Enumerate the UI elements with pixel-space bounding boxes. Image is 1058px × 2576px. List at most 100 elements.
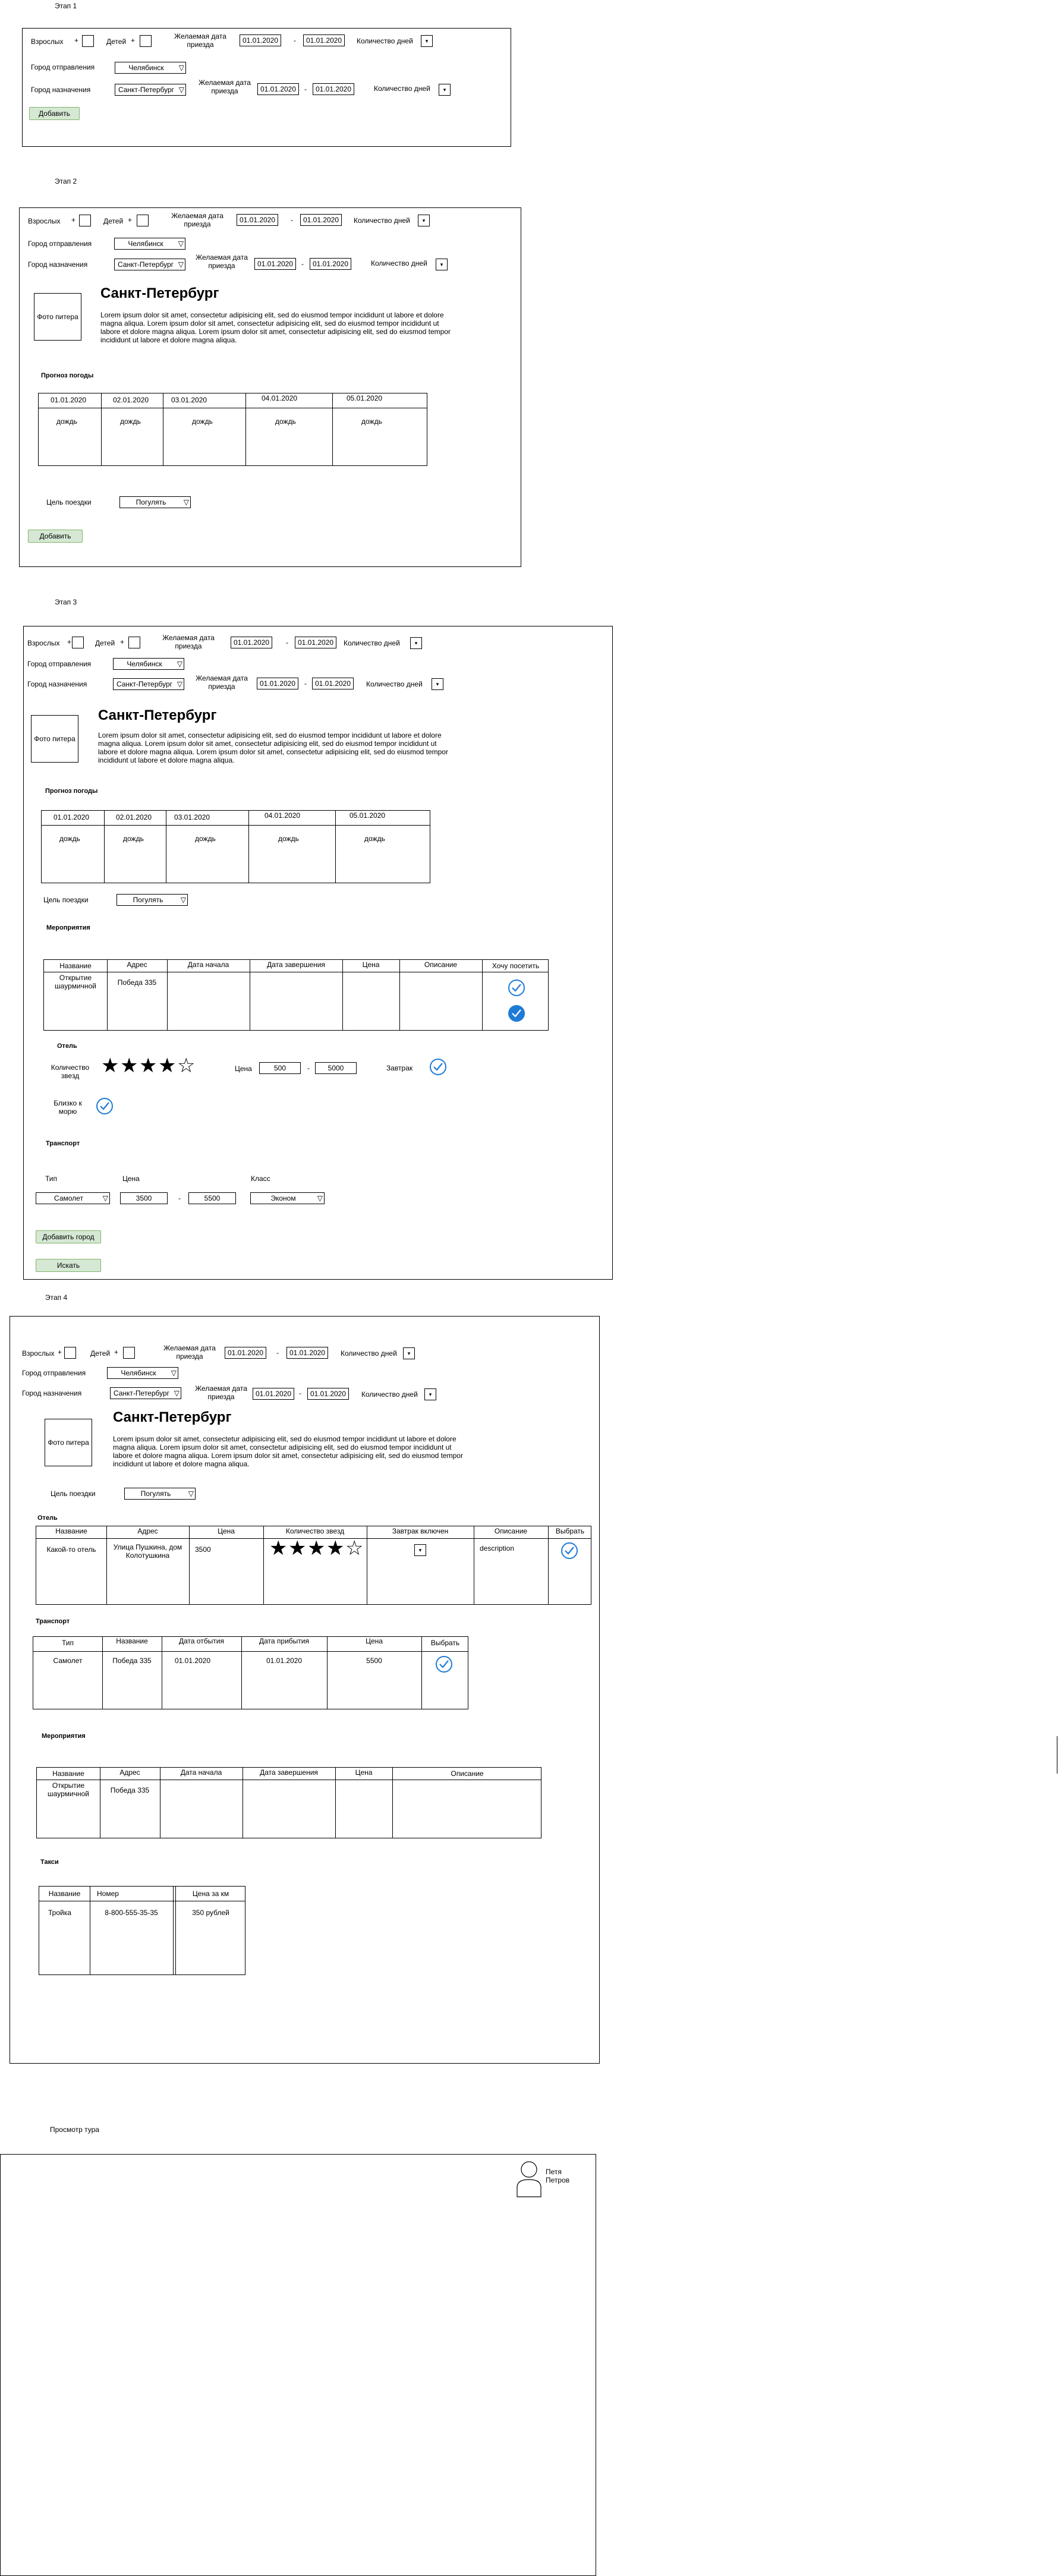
chevron-down-icon: ▽ xyxy=(178,240,184,248)
chevron-down-icon: ▽ xyxy=(177,660,182,668)
hotel-stars-rating[interactable]: ★ ★ ★ ★ ☆ xyxy=(101,1056,196,1079)
transport-col-line xyxy=(241,1637,242,1709)
children-plus: + xyxy=(128,216,133,224)
transport-price-from[interactable]: 3500 xyxy=(120,1192,168,1204)
chevron-down-icon: ▽ xyxy=(171,1369,177,1377)
adults-input[interactable] xyxy=(79,215,91,226)
star-empty-icon[interactable]: ☆ xyxy=(177,1056,195,1076)
events-row-address: Победа 335 xyxy=(117,978,157,987)
transport-heading: Транспорт xyxy=(46,1140,80,1147)
dest-city-label: Город назначения xyxy=(22,1389,82,1397)
date-from-input[interactable]: 01.01.2020 xyxy=(231,637,272,648)
days-stepper[interactable]: ▾ xyxy=(410,637,422,649)
transport-col-name: Название xyxy=(116,1637,148,1645)
adults-label: Взрослых xyxy=(31,37,64,46)
desired-date-label-2: Желаемая дата приезда xyxy=(199,78,251,95)
dep-city-select[interactable]: Челябинск ▽ xyxy=(115,62,186,74)
trip-purpose-select[interactable]: Погулять ▽ xyxy=(119,496,191,508)
dest-city-select[interactable]: Санкт-Петербург ▽ xyxy=(113,678,184,690)
transport-class-select[interactable]: Эконом ▽ xyxy=(250,1192,325,1204)
check-circle-filled-icon[interactable] xyxy=(508,1004,525,1022)
star-filled-icon[interactable]: ★ xyxy=(101,1056,119,1076)
date-to-input[interactable]: 01.01.2020 xyxy=(286,1347,328,1359)
date-to-input[interactable]: 01.01.2020 xyxy=(303,34,345,46)
dest-city-select[interactable]: Санкт-Петербург ▽ xyxy=(110,1387,181,1399)
children-input[interactable] xyxy=(137,215,149,226)
city-title: Санкт-Петербург xyxy=(98,707,217,723)
chevron-down-icon: ▽ xyxy=(178,86,184,94)
events-col-line xyxy=(167,960,168,1030)
date-to-input[interactable]: 01.01.2020 xyxy=(295,637,336,648)
weather-value: дождь xyxy=(195,834,216,843)
days-stepper-2[interactable]: ▾ xyxy=(424,1388,436,1400)
taxi-col-line xyxy=(175,1887,176,1974)
weather-heading: Прогноз погоды xyxy=(45,788,98,795)
hotel-select-check-icon[interactable] xyxy=(561,1542,578,1560)
hotel-breakfast-stepper[interactable]: ▾ xyxy=(414,1544,426,1556)
star-filled-icon[interactable]: ★ xyxy=(158,1056,176,1076)
user-avatar-icon[interactable] xyxy=(516,2160,542,2197)
days-stepper-2[interactable]: ▾ xyxy=(436,259,448,270)
add-button[interactable]: Добавить xyxy=(28,530,83,543)
days-stepper[interactable]: ▾ xyxy=(418,215,430,226)
trip-purpose-select[interactable]: Погулять ▽ xyxy=(116,894,188,906)
trip-purpose-select[interactable]: Погулять ▽ xyxy=(124,1488,196,1500)
transport-price-label: Цена xyxy=(122,1174,140,1183)
star-filled-icon[interactable]: ★ xyxy=(120,1056,138,1076)
dest-city-select[interactable]: Санкт-Петербург ▽ xyxy=(115,84,186,96)
taxi-col-line xyxy=(173,1887,174,1974)
dep-city-select[interactable]: Челябинск ▽ xyxy=(113,658,184,670)
date-from-input[interactable]: 01.01.2020 xyxy=(225,1347,266,1359)
transport-type-select[interactable]: Самолет ▽ xyxy=(36,1192,110,1204)
trip-purpose-label: Цель поездки xyxy=(43,896,89,904)
children-input[interactable] xyxy=(140,35,152,47)
children-label: Детей xyxy=(106,37,127,46)
city-title: Санкт-Петербург xyxy=(100,285,219,301)
weather-value: дождь xyxy=(120,417,141,426)
add-button[interactable]: Добавить xyxy=(29,107,80,120)
breakfast-check-icon[interactable] xyxy=(429,1058,447,1076)
dest-city-select[interactable]: Санкт-Петербург ▽ xyxy=(114,259,185,270)
days-stepper[interactable]: ▾ xyxy=(403,1347,415,1359)
date-to-input-2[interactable]: 01.01.2020 xyxy=(310,258,351,270)
children-input[interactable] xyxy=(128,637,140,648)
star-empty-icon: ☆ xyxy=(345,1537,364,1560)
hotel-price-to[interactable]: 5000 xyxy=(315,1062,357,1074)
check-circle-icon[interactable] xyxy=(508,979,525,997)
date-from-input[interactable]: 01.01.2020 xyxy=(240,34,281,46)
dest-city-value: Санкт-Петербург xyxy=(117,260,174,269)
dep-city-value: Челябинск xyxy=(127,660,162,668)
search-button[interactable]: Искать xyxy=(36,1259,101,1272)
dep-city-select[interactable]: Челябинск ▽ xyxy=(107,1367,178,1379)
date-from-input-2[interactable]: 01.01.2020 xyxy=(257,83,299,95)
near-sea-label: Близко к морю xyxy=(53,1099,82,1116)
days-stepper[interactable]: ▾ xyxy=(421,35,433,47)
date-from-input-2[interactable]: 01.01.2020 xyxy=(253,1388,294,1400)
days-stepper-2[interactable]: ▾ xyxy=(439,84,451,96)
days-stepper-2[interactable]: ▾ xyxy=(432,678,443,690)
dep-city-select[interactable]: Челябинск ▽ xyxy=(114,238,185,250)
adults-input[interactable] xyxy=(82,35,94,47)
date-from-input[interactable]: 01.01.2020 xyxy=(237,214,278,226)
adults-input[interactable] xyxy=(64,1347,76,1359)
add-city-button[interactable]: Добавить город xyxy=(36,1230,101,1243)
hotel-price-from[interactable]: 500 xyxy=(259,1062,301,1074)
weather-date: 04.01.2020 xyxy=(262,394,298,402)
date-to-input-2[interactable]: 01.01.2020 xyxy=(307,1388,349,1400)
date-to-input-2[interactable]: 01.01.2020 xyxy=(312,678,354,689)
user-name: Петя Петров xyxy=(546,2168,570,2184)
date-to-input[interactable]: 01.01.2020 xyxy=(300,214,342,226)
transport-price-dash: - xyxy=(178,1194,181,1202)
near-sea-check-icon[interactable] xyxy=(96,1097,114,1115)
hotel-col-stars: Количество звезд xyxy=(285,1527,345,1535)
transport-select-check-icon[interactable] xyxy=(435,1655,453,1673)
star-filled-icon: ★ xyxy=(326,1537,345,1560)
date-dash: - xyxy=(286,638,288,647)
date-from-input-2[interactable]: 01.01.2020 xyxy=(257,678,298,689)
children-input[interactable] xyxy=(123,1347,135,1359)
date-to-input-2[interactable]: 01.01.2020 xyxy=(313,83,354,95)
date-from-input-2[interactable]: 01.01.2020 xyxy=(254,258,296,270)
adults-input[interactable] xyxy=(72,637,84,648)
star-filled-icon[interactable]: ★ xyxy=(139,1056,157,1076)
transport-price-to[interactable]: 5500 xyxy=(188,1192,236,1204)
